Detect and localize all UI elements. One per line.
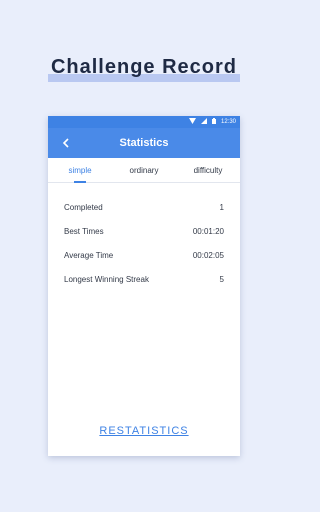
toolbar-title: Statistics (119, 137, 169, 149)
status-time: 12:30 (220, 119, 236, 125)
stat-value: 1 (219, 202, 224, 212)
stat-row-longest-streak: Longest Winning Streak 5 (64, 267, 224, 291)
stat-row-average-time: Average Time 00:02:05 (64, 243, 224, 267)
tab-label: difficulty (193, 165, 223, 175)
battery-icon (211, 118, 216, 126)
stats-list: Completed 1 Best Times 00:01:20 Average … (48, 183, 240, 291)
restatistics-button[interactable]: RESTATISTICS (99, 425, 188, 437)
stat-label: Average Time (64, 250, 114, 260)
wifi-icon (188, 118, 196, 126)
toolbar: Statistics (48, 128, 240, 158)
promo-title: Challenge Record (50, 56, 238, 78)
stat-row-completed: Completed 1 (64, 195, 224, 219)
stat-label: Completed (64, 202, 103, 212)
stat-row-best-times: Best Times 00:01:20 (64, 219, 224, 243)
tab-simple[interactable]: simple (48, 158, 112, 183)
status-bar: 12:30 (48, 116, 240, 128)
promo-headline: Challenge Record (0, 56, 288, 79)
stat-label: Longest Winning Streak (64, 274, 149, 284)
restatistics-container: RESTATISTICS (48, 421, 240, 439)
back-arrow-icon[interactable] (58, 134, 74, 152)
difficulty-tabs: simple ordinary difficulty (48, 158, 240, 183)
tab-ordinary[interactable]: ordinary (112, 158, 176, 182)
active-tab-indicator (74, 181, 86, 183)
stat-value: 5 (219, 274, 224, 284)
tab-label: ordinary (129, 165, 159, 175)
tab-difficulty[interactable]: difficulty (176, 158, 240, 182)
signal-icon (200, 118, 207, 126)
phone-screen: 12:30 Statistics simple ordinary difficu… (48, 116, 240, 456)
stat-value: 00:02:05 (192, 250, 224, 260)
stat-label: Best Times (64, 226, 104, 236)
stat-value: 00:01:20 (192, 226, 224, 236)
tab-label: simple (68, 165, 92, 175)
